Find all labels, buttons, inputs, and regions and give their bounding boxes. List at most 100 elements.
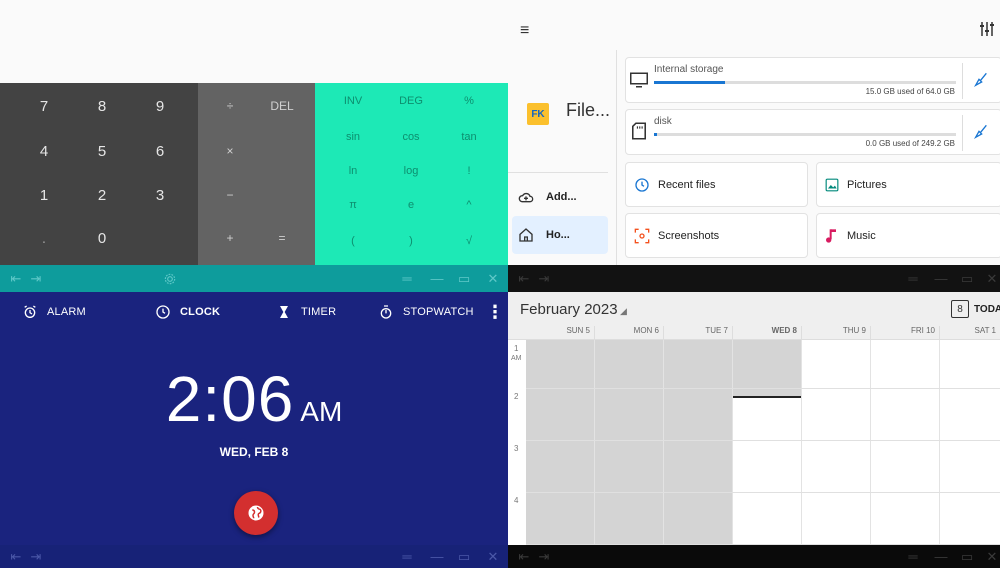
maximize-icon[interactable]: ▭: [455, 265, 473, 292]
day-column[interactable]: [595, 340, 664, 545]
storage-card-disk[interactable]: disk 0.0 GB used of 249.2 GB: [625, 109, 1000, 155]
hour-line: [526, 492, 1000, 493]
snap-right-icon[interactable]: ⇥: [28, 265, 44, 292]
close-icon[interactable]: ✕: [984, 265, 1000, 292]
tile-recent-files[interactable]: Recent files: [625, 162, 808, 207]
key-tan[interactable]: tan: [447, 125, 491, 149]
key-factorial[interactable]: !: [447, 159, 491, 183]
key-ln[interactable]: ln: [331, 159, 375, 183]
key-divide[interactable]: ÷: [210, 89, 250, 123]
filter-settings-icon[interactable]: [980, 21, 994, 40]
calendar-bottom-bar: ⇤ ⇥ ═ — ▭ ✕: [508, 545, 1000, 568]
key-cos[interactable]: cos: [389, 125, 433, 149]
snap-right-icon[interactable]: ⇥: [28, 545, 44, 568]
key-decimal[interactable]: .: [22, 221, 66, 255]
key-7[interactable]: 7: [22, 89, 66, 123]
key-9[interactable]: 9: [138, 89, 182, 123]
key-pi[interactable]: π: [331, 193, 375, 217]
key-4[interactable]: 4: [22, 134, 66, 168]
calendar-header: February 2023 ◢ 8 TODAY: [508, 292, 1000, 326]
tile-screenshots[interactable]: Screenshots: [625, 213, 808, 258]
world-clock-button[interactable]: [234, 491, 278, 535]
key-1[interactable]: 1: [22, 178, 66, 212]
home-icon: [519, 228, 533, 242]
tile-music[interactable]: Music: [816, 213, 1000, 258]
key-close-paren[interactable]: ): [389, 229, 433, 253]
day-column[interactable]: [526, 340, 595, 545]
key-equals[interactable]: =: [260, 221, 304, 255]
drawer-item-home[interactable]: Ho...: [512, 216, 608, 254]
calendar-month[interactable]: February 2023: [520, 301, 618, 318]
tab-timer-label: TIMER: [301, 306, 337, 318]
key-plus[interactable]: +: [210, 221, 250, 255]
window-menu-icon[interactable]: ═: [398, 265, 416, 292]
minimize-icon[interactable]: —: [932, 265, 950, 292]
tab-stopwatch[interactable]: STOPWATCH: [378, 292, 474, 332]
key-minus[interactable]: −: [210, 178, 250, 212]
snap-left-icon[interactable]: ⇤: [516, 265, 532, 292]
key-open-paren[interactable]: (: [331, 229, 375, 253]
minimize-icon[interactable]: —: [428, 265, 446, 292]
snap-left-icon[interactable]: ⇤: [8, 545, 24, 568]
day-column[interactable]: [664, 340, 733, 545]
key-8[interactable]: 8: [80, 89, 124, 123]
storage-used: 0.0 GB used of 249.2 GB: [865, 139, 955, 148]
menu-icon[interactable]: ≡: [520, 22, 529, 40]
clean-broom-icon[interactable]: [973, 72, 989, 88]
window-menu-icon[interactable]: ═: [904, 545, 922, 568]
day-header: SUN 5: [526, 326, 595, 340]
key-sin[interactable]: sin: [331, 125, 375, 149]
calendar-grid[interactable]: 1 AM 2 3 4: [508, 340, 1000, 545]
today-calendar-icon[interactable]: 8: [951, 300, 969, 318]
close-icon[interactable]: ✕: [484, 545, 502, 568]
today-button[interactable]: TODAY: [974, 304, 1000, 315]
minimize-icon[interactable]: —: [428, 545, 446, 568]
key-sqrt[interactable]: √: [447, 229, 491, 253]
day-column[interactable]: [871, 340, 940, 545]
key-delete[interactable]: DEL: [260, 89, 304, 123]
dropdown-arrow-icon[interactable]: ◢: [620, 306, 627, 317]
clean-broom-icon[interactable]: [973, 124, 989, 140]
drawer-item-add[interactable]: Add...: [512, 178, 608, 216]
calculator-keypad: 7 8 9 4 5 6 1 2 3 . 0 ÷ DEL × − + = INV …: [0, 83, 508, 265]
window-menu-icon[interactable]: ═: [904, 265, 922, 292]
tab-clock[interactable]: CLOCK: [155, 292, 220, 332]
calendar-day-headers: SUN 5 MON 6 TUE 7 WED 8 THU 9 FRI 10 SAT…: [508, 326, 1000, 340]
maximize-icon[interactable]: ▭: [958, 545, 976, 568]
key-3[interactable]: 3: [138, 178, 182, 212]
key-2[interactable]: 2: [80, 178, 124, 212]
key-inv[interactable]: INV: [331, 89, 375, 113]
window-menu-icon[interactable]: ═: [398, 545, 416, 568]
tile-pictures[interactable]: Pictures: [816, 162, 1000, 207]
key-5[interactable]: 5: [80, 134, 124, 168]
snap-left-icon[interactable]: ⇤: [8, 265, 24, 292]
key-6[interactable]: 6: [138, 134, 182, 168]
key-e[interactable]: e: [389, 193, 433, 217]
overflow-menu-icon[interactable]: ⋮: [486, 292, 504, 332]
day-column[interactable]: [802, 340, 871, 545]
hour-label-suffix: AM: [511, 355, 522, 362]
close-icon[interactable]: ✕: [484, 265, 502, 292]
settings-icon[interactable]: [160, 265, 180, 292]
day-column[interactable]: [940, 340, 1000, 545]
tab-timer[interactable]: TIMER: [276, 292, 336, 332]
drawer-item-add-label: Add...: [546, 191, 577, 203]
snap-left-icon[interactable]: ⇤: [516, 545, 532, 568]
key-deg[interactable]: DEG: [389, 89, 433, 113]
maximize-icon[interactable]: ▭: [455, 545, 473, 568]
tab-alarm[interactable]: ALARM: [22, 292, 86, 332]
storage-card-internal[interactable]: Internal storage 15.0 GB used of 64.0 GB: [625, 57, 1000, 103]
snap-right-icon[interactable]: ⇥: [536, 265, 552, 292]
maximize-icon[interactable]: ▭: [958, 265, 976, 292]
minimize-icon[interactable]: —: [932, 545, 950, 568]
key-multiply[interactable]: ×: [210, 134, 250, 168]
clock-bottom-bar: ⇤ ⇥ ═ — ▭ ✕: [0, 545, 508, 568]
close-icon[interactable]: ✕: [984, 545, 1000, 568]
day-column[interactable]: [733, 340, 802, 545]
key-power[interactable]: ^: [447, 193, 491, 217]
key-log[interactable]: log: [389, 159, 433, 183]
key-percent[interactable]: %: [447, 89, 491, 113]
snap-right-icon[interactable]: ⇥: [536, 545, 552, 568]
storage-bar-fill: [654, 133, 658, 136]
key-0[interactable]: 0: [80, 221, 124, 255]
